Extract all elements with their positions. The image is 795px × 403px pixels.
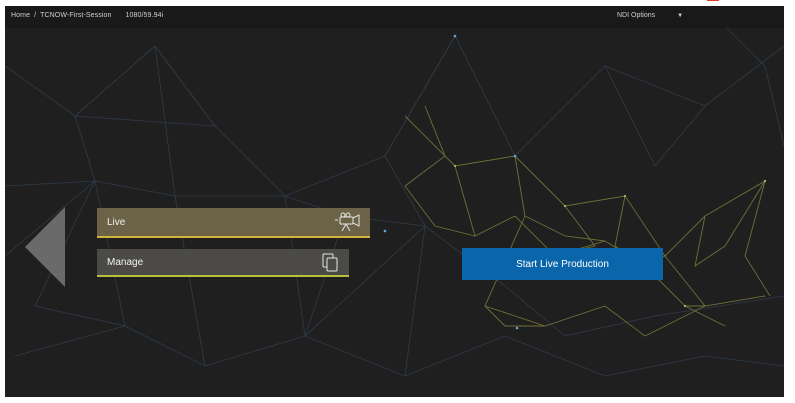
breadcrumb-separator: / bbox=[34, 12, 37, 19]
live-button[interactable]: Live bbox=[97, 208, 370, 238]
start-live-production-button[interactable]: Start Live Production bbox=[462, 248, 663, 280]
app-window: Home / TCNOW-First-Session 1080/59.94i N… bbox=[5, 6, 784, 397]
top-bar: Home / TCNOW-First-Session 1080/59.94i N… bbox=[5, 6, 784, 28]
breadcrumb: Home / TCNOW-First-Session 1080/59.94i bbox=[11, 12, 165, 19]
chevron-down-icon: ▼ bbox=[677, 13, 684, 19]
back-arrow-button[interactable] bbox=[25, 207, 65, 287]
breadcrumb-session[interactable]: TCNOW-First-Session bbox=[40, 12, 111, 19]
video-format: 1080/59.94i bbox=[125, 12, 164, 19]
camera-icon bbox=[334, 212, 360, 232]
manage-label: Manage bbox=[107, 256, 144, 268]
start-label: Start Live Production bbox=[516, 258, 609, 270]
manage-button[interactable]: Manage bbox=[97, 249, 349, 277]
copy-pages-icon bbox=[321, 252, 339, 272]
live-label: Live bbox=[107, 216, 126, 228]
breadcrumb-home[interactable]: Home bbox=[11, 12, 30, 19]
ndi-options-label: NDI Options bbox=[617, 12, 656, 19]
red-indicator bbox=[707, 0, 719, 1]
background-network-graphic bbox=[5, 25, 784, 377]
ndi-options-dropdown[interactable]: NDI Options ▼ bbox=[617, 12, 683, 19]
